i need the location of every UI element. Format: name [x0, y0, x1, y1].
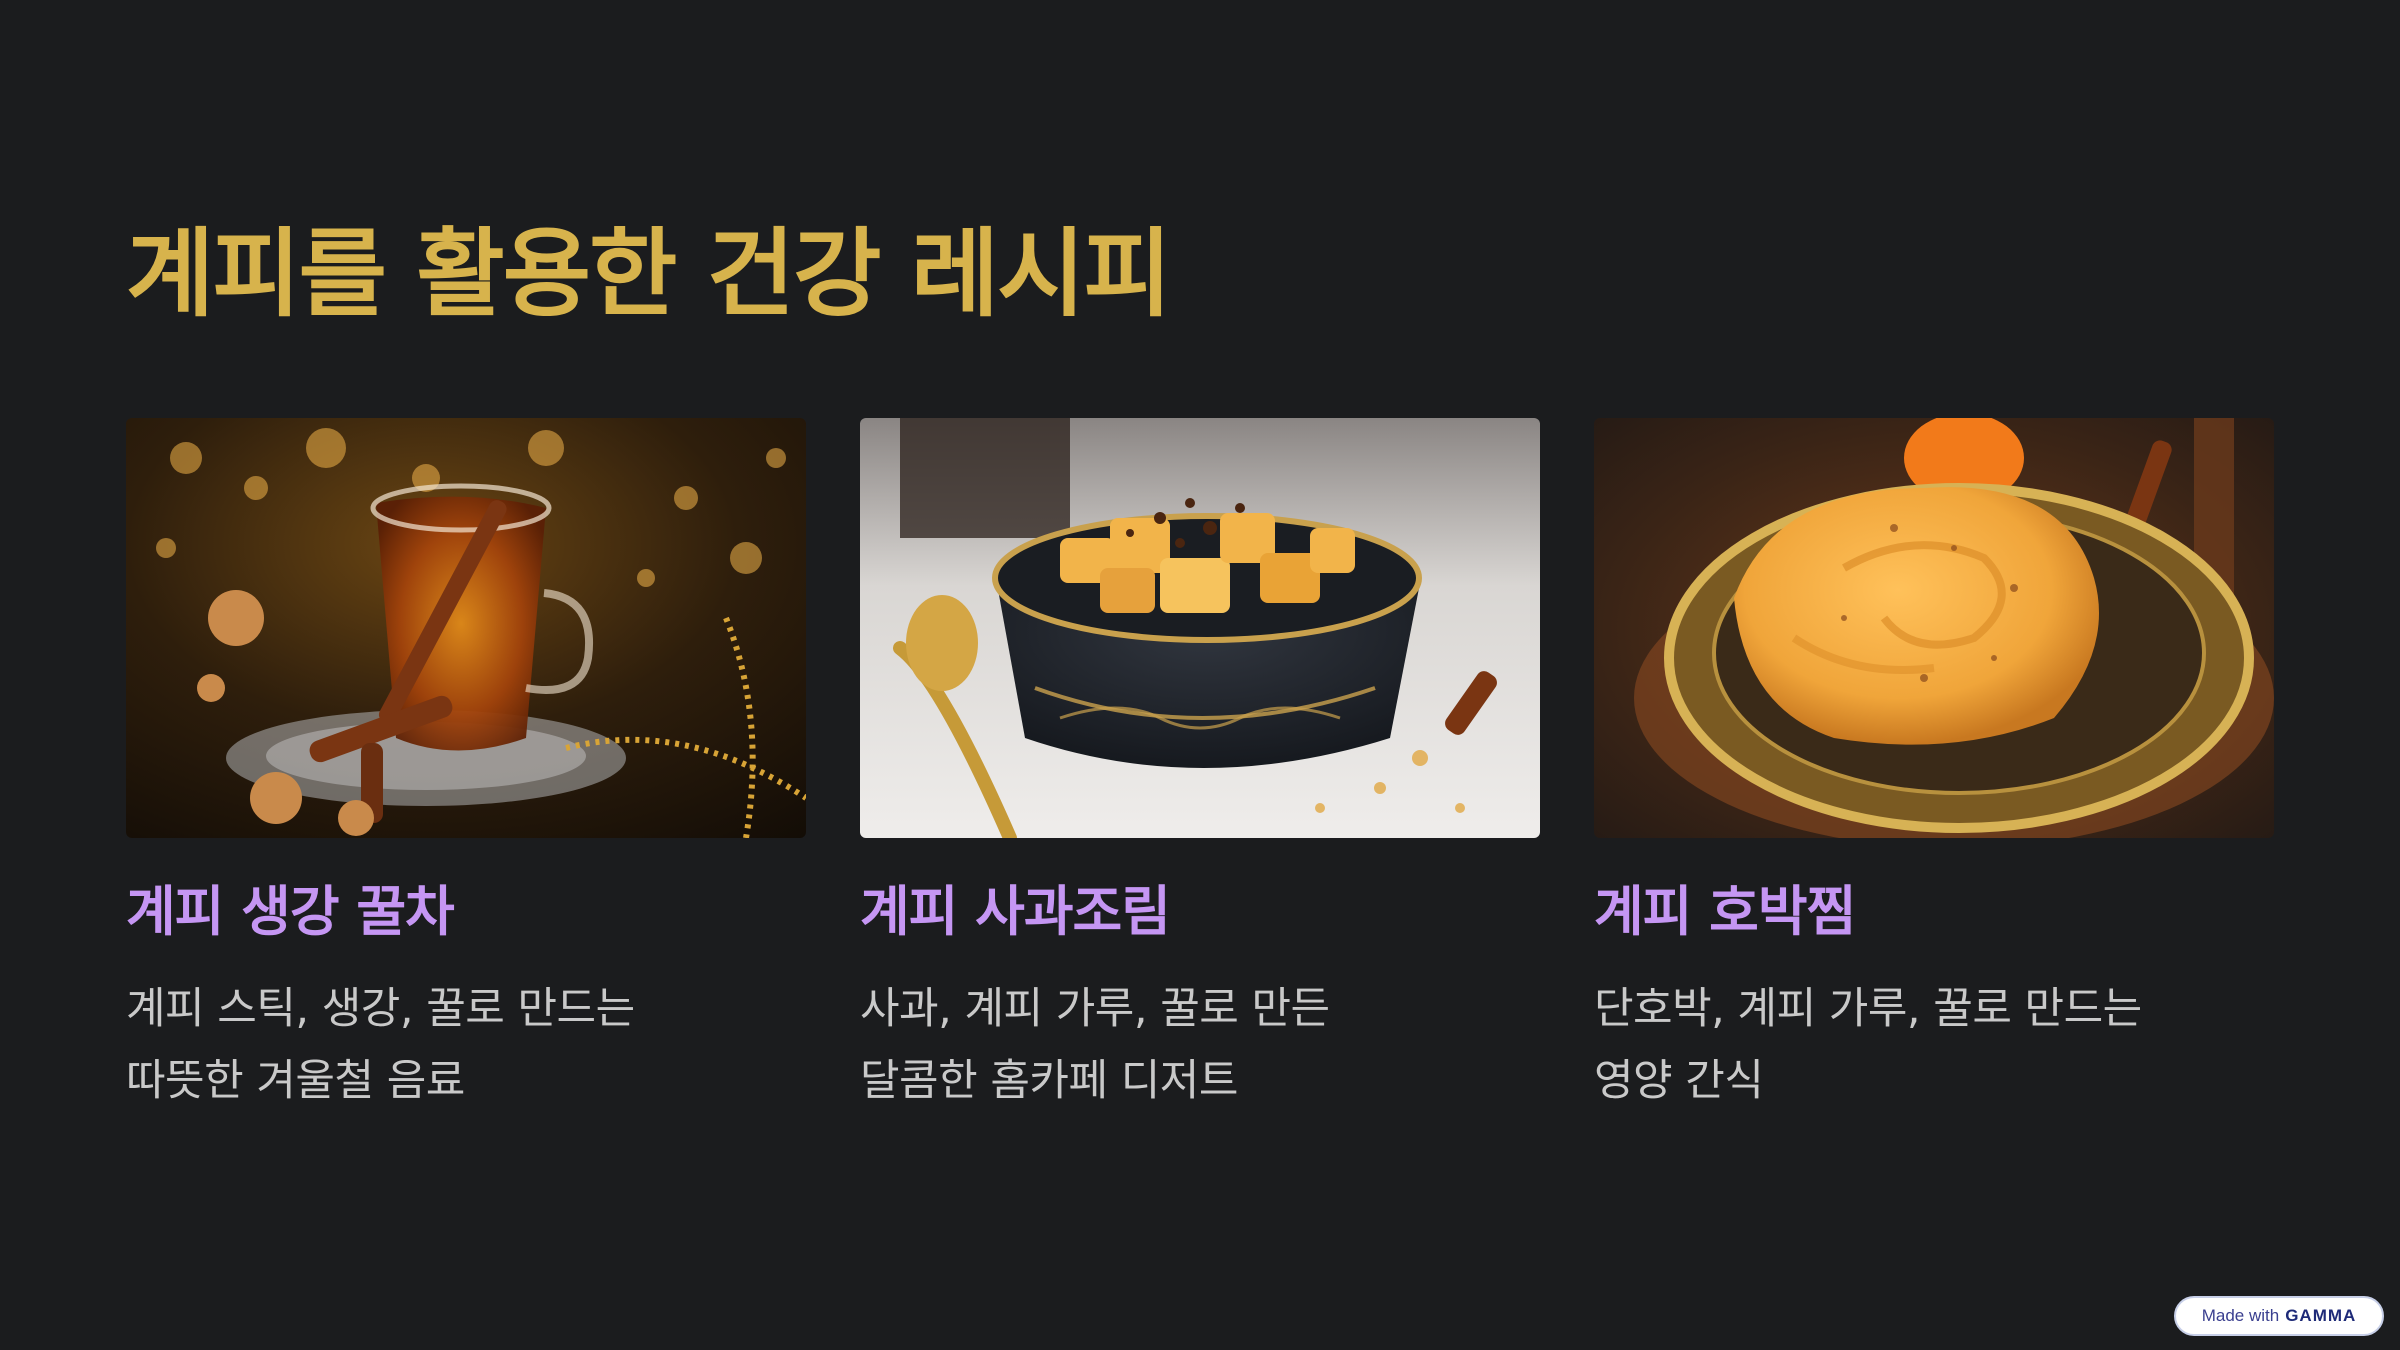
card-desc-pumpkin: 단호박, 계피 가루, 꿀로 만드는 영양 간식 — [1594, 973, 2274, 1117]
recipe-card-pumpkin: 계피 호박찜 단호박, 계피 가루, 꿀로 만드는 영양 간식 — [1594, 418, 2274, 1117]
card-title-apple: 계피 사과조림 — [860, 880, 1171, 943]
badge-prefix: Made with — [2201, 1306, 2280, 1325]
slide-title: 계피를 활용한 건강 레시피 — [126, 218, 1172, 330]
card-desc-line: 단호박, 계피 가루, 꿀로 만드는 — [1594, 983, 2142, 1034]
recipe-card-apple: 계피 사과조림 사과, 계피 가루, 꿀로 만든 달콤한 홈카페 디저트 — [860, 418, 1540, 1117]
card-desc-line: 따뜻한 겨울철 음료 — [126, 1055, 465, 1106]
tea-photo — [126, 418, 806, 838]
card-desc-line: 사과, 계피 가루, 꿀로 만든 — [860, 983, 1330, 1034]
card-desc-line: 영양 간식 — [1594, 1055, 1764, 1106]
card-desc-apple: 사과, 계피 가루, 꿀로 만든 달콤한 홈카페 디저트 — [860, 973, 1540, 1117]
card-desc-line: 달콤한 홈카페 디저트 — [860, 1055, 1238, 1106]
card-title-pumpkin: 계피 호박찜 — [1594, 880, 1856, 943]
card-title-tea: 계피 생강 꿀차 — [126, 880, 455, 943]
card-desc-line: 계피 스틱, 생강, 꿀로 만드는 — [126, 983, 635, 1034]
gamma-logo: GAMMA — [2285, 1306, 2357, 1325]
card-desc-tea: 계피 스틱, 생강, 꿀로 만드는 따뜻한 겨울철 음료 — [126, 973, 806, 1117]
pumpkin-photo — [1594, 418, 2274, 838]
apple-compote-photo — [860, 418, 1540, 838]
recipe-card-tea: 계피 생강 꿀차 계피 스틱, 생강, 꿀로 만드는 따뜻한 겨울철 음료 — [126, 418, 806, 1117]
made-with-gamma-badge[interactable]: Made with GAMMA — [2174, 1296, 2384, 1336]
